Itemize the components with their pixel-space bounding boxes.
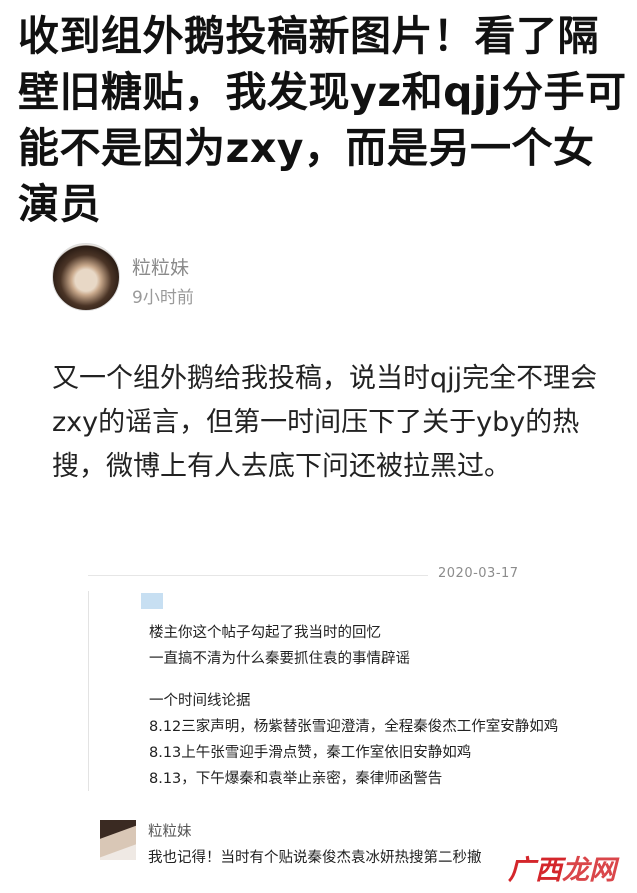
quote-line: 楼主你这个帖子勾起了我当时的回忆 (149, 625, 381, 641)
quoted-comment: 楼主你这个帖子勾起了我当时的回忆 一直搞不清为什么秦要抓住袁的事情辟谣 一个时间… (88, 591, 637, 791)
watermark-logo: 广西龙网 (508, 848, 616, 886)
divider-line (88, 575, 428, 576)
author-avatar[interactable] (52, 243, 120, 311)
quote-line: 一个时间线论据 (149, 693, 251, 709)
quote-line: 一直搞不清为什么秦要抓住袁的事情辟谣 (149, 651, 410, 667)
embedded-date: 2020-03-17 (438, 566, 519, 581)
reply-avatar[interactable] (100, 820, 136, 860)
post-time: 9小时前 (132, 288, 194, 308)
reply-author-name[interactable]: 粒粒妹 (148, 820, 192, 841)
watermark-part1: 广西 (508, 855, 562, 886)
quote-line: 8.12三家声明，杨紫替张雪迎澄清，全程秦俊杰工作室安静如鸡 (149, 719, 559, 735)
quote-line: 8.13，下午爆秦和袁举止亲密，秦律师函警告 (149, 771, 443, 787)
image-placeholder-icon (141, 593, 163, 609)
post-body: 又一个组外鹅给我投稿，说当时qjj完全不理会zxy的谣言，但第一时间压下了关于y… (52, 363, 598, 482)
author-name[interactable]: 粒粒妹 (132, 253, 189, 280)
date-divider: 2020-03-17 (88, 566, 637, 586)
embedded-screenshot: 2020-03-17 楼主你这个帖子勾起了我当时的回忆 一直搞不清为什么秦要抓住… (88, 556, 637, 893)
reply-text: 我也记得！当时有个贴说秦俊杰袁冰妍热搜第二秒撤 (148, 850, 482, 866)
post-title: 收到组外鹅投稿新图片！看了隔壁旧糖贴，我发现yz和qjj分手可能不是因为zxy，… (18, 12, 627, 228)
quote-line: 8.13上午张雪迎手滑点赞，秦工作室依旧安静如鸡 (149, 745, 472, 761)
watermark-part2: 龙网 (562, 855, 616, 886)
